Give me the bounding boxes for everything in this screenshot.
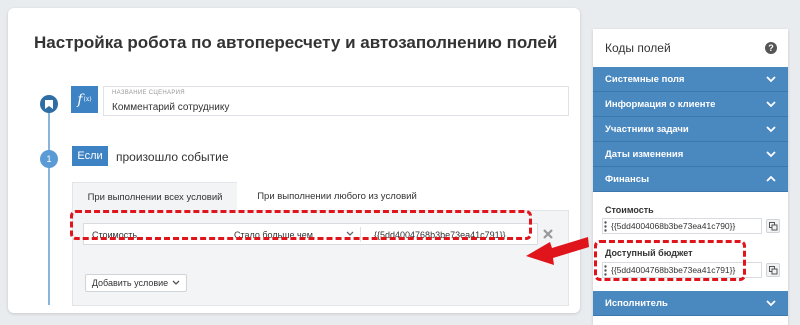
tabs-strip: При выполнении любого из условий: [237, 182, 569, 211]
main-card: Настройка робота по автопересчету и авто…: [8, 8, 580, 313]
accordion-executor[interactable]: Исполнитель: [593, 291, 788, 316]
accordion-label: Финансы: [605, 174, 650, 185]
bookmark-icon: [40, 95, 58, 113]
scenario-name-field[interactable]: НАЗВАНИЕ СЦЕНАРИЯ Комментарий сотруднику: [103, 86, 569, 116]
tab-any-condition[interactable]: При выполнении любого из условий: [237, 182, 437, 210]
function-icon-letter: f: [77, 91, 83, 108]
function-icon: f (x): [71, 86, 98, 113]
accordion-finance[interactable]: Финансы: [593, 167, 788, 192]
copy-button[interactable]: [766, 263, 780, 277]
highlight-arrow-icon: [526, 237, 589, 265]
event-text: произошло событие: [116, 150, 229, 164]
tab-all-conditions[interactable]: При выполнении всех условий: [73, 183, 237, 211]
chevron-down-icon: [172, 280, 180, 285]
drag-handle-icon[interactable]: [604, 221, 607, 232]
chevron-down-icon: [766, 126, 776, 133]
accordion-client-info[interactable]: Информация о клиенте: [593, 92, 788, 117]
step-number: 1: [40, 150, 58, 168]
scenario-name-value[interactable]: Комментарий сотруднику: [112, 102, 229, 113]
copy-icon: [768, 221, 777, 230]
function-icon-sub: (x): [83, 96, 92, 103]
field-code-label: Стоимость: [605, 205, 654, 215]
copy-button[interactable]: [766, 219, 780, 233]
accordion-label: Информация о клиенте: [605, 99, 716, 110]
chevron-down-icon: [766, 76, 776, 83]
page-title: Настройка робота по автопересчету и авто…: [34, 33, 558, 52]
field-code-box[interactable]: {{5dd4004068b3be73ea41c790}}: [602, 218, 762, 234]
accordion-system-fields[interactable]: Системные поля: [593, 67, 788, 92]
accordion-label: Участники задачи: [605, 124, 689, 135]
timeline-line: [48, 109, 50, 305]
accordion-label: Исполнитель: [605, 298, 668, 309]
accordion-change-dates[interactable]: Даты изменения: [593, 142, 788, 167]
chevron-down-icon: [766, 101, 776, 108]
if-badge: Если: [72, 146, 108, 166]
field-code-value: {{5dd4004068b3be73ea41c790}}: [611, 221, 736, 231]
chevron-up-icon: [766, 175, 776, 182]
copy-icon: [768, 265, 777, 274]
scenario-name-label: НАЗВАНИЕ СЦЕНАРИЯ: [112, 90, 185, 96]
help-icon[interactable]: ?: [765, 42, 777, 54]
highlight-condition-frame: [70, 210, 532, 240]
accordion-task-participants[interactable]: Участники задачи: [593, 117, 788, 142]
chevron-down-icon: [766, 300, 776, 307]
chevron-down-icon: [766, 151, 776, 158]
accordion-label: Системные поля: [605, 74, 685, 85]
add-condition-button[interactable]: Добавить условие: [85, 274, 187, 292]
field-codes-header: Коды полей ?: [593, 29, 788, 67]
conditions-panel: При выполнении всех условий При выполнен…: [72, 182, 569, 306]
add-condition-label: Добавить условие: [91, 278, 169, 288]
field-codes-title: Коды полей: [605, 41, 671, 55]
highlight-budget-frame: [594, 240, 746, 281]
accordion-label: Даты изменения: [605, 149, 684, 160]
